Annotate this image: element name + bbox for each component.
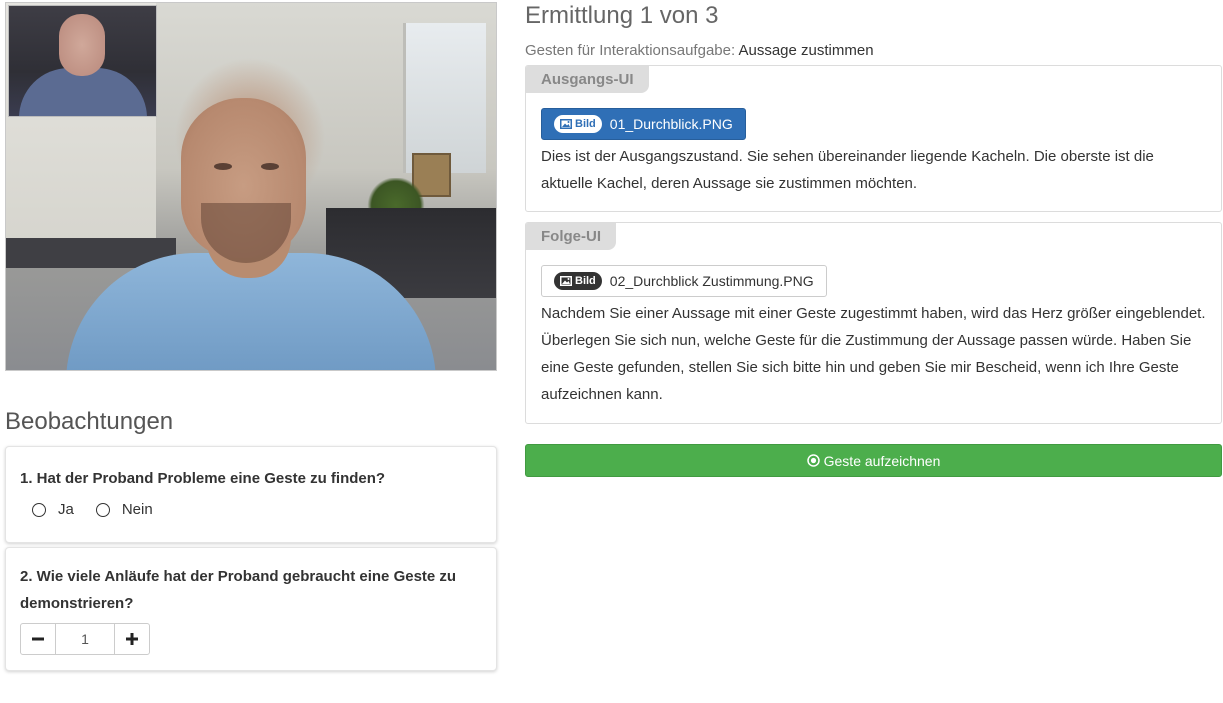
following-ui-description: Nachdem Sie einer Aussage mit einer Gest… xyxy=(541,305,1206,403)
subtitle-value: Aussage zustimmen xyxy=(738,42,874,59)
initial-ui-panel: Ausgangs-UI Bild 01_Durchblick.PNG Dies … xyxy=(525,65,1222,212)
initial-file-name: 01_Durchblick.PNG xyxy=(609,116,733,132)
image-badge-label: Bild xyxy=(575,275,596,287)
image-badge-label: Bild xyxy=(575,118,596,130)
radio-nein-label: Nein xyxy=(121,501,153,518)
radio-nein[interactable]: Nein xyxy=(95,501,153,518)
question-1-text: 1. Hat der Proband Probleme eine Geste z… xyxy=(20,470,386,487)
decrement-button[interactable] xyxy=(20,623,56,655)
radio-nein-circle[interactable] xyxy=(95,502,110,517)
image-icon xyxy=(560,276,572,286)
subtitle-label: Gesten für Interaktionsaufgabe: xyxy=(525,42,736,59)
radio-ja-label: Ja xyxy=(58,501,74,518)
image-badge: Bild xyxy=(554,272,602,290)
attempts-input[interactable] xyxy=(56,623,114,655)
following-ui-tag: Folge-UI xyxy=(526,223,616,250)
following-ui-panel: Folge-UI Bild 02_Durchblick Zustimmung.P… xyxy=(525,222,1222,424)
question-card-2: 2. Wie viele Anläufe hat der Proband geb… xyxy=(5,547,497,671)
observations-title: Beobachtungen xyxy=(5,408,174,435)
radio-ja-circle[interactable] xyxy=(32,502,46,517)
question-2-text: 2. Wie viele Anläufe hat der Proband geb… xyxy=(20,568,457,612)
minus-icon xyxy=(32,637,44,641)
record-gesture-label: Geste aufzeichnen xyxy=(823,452,941,469)
question-1-options: Ja Nein xyxy=(32,501,175,518)
attempts-stepper xyxy=(20,623,150,655)
task-subtitle: Gesten für Interaktionsaufgabe: Aussage … xyxy=(525,42,874,59)
page-title: Ermittlung 1 von 3 xyxy=(525,2,719,29)
question-card-1: 1. Hat der Proband Probleme eine Geste z… xyxy=(5,446,497,543)
image-badge: Bild xyxy=(554,115,602,133)
initial-image-button[interactable]: Bild 01_Durchblick.PNG xyxy=(541,108,746,140)
increment-button[interactable] xyxy=(114,623,150,655)
following-image-button[interactable]: Bild 02_Durchblick Zustimmung.PNG xyxy=(541,265,827,297)
self-video xyxy=(8,5,157,117)
radio-ja[interactable]: Ja xyxy=(32,501,74,518)
record-circle-icon xyxy=(806,454,820,467)
following-file-name: 02_Durchblick Zustimmung.PNG xyxy=(609,273,814,289)
initial-ui-tag: Ausgangs-UI xyxy=(526,66,649,93)
image-icon xyxy=(560,119,572,129)
record-gesture-button[interactable]: Geste aufzeichnen xyxy=(525,444,1222,477)
initial-ui-description: Dies ist der Ausgangszustand. Sie sehen … xyxy=(541,148,1154,192)
plus-icon xyxy=(126,633,138,645)
